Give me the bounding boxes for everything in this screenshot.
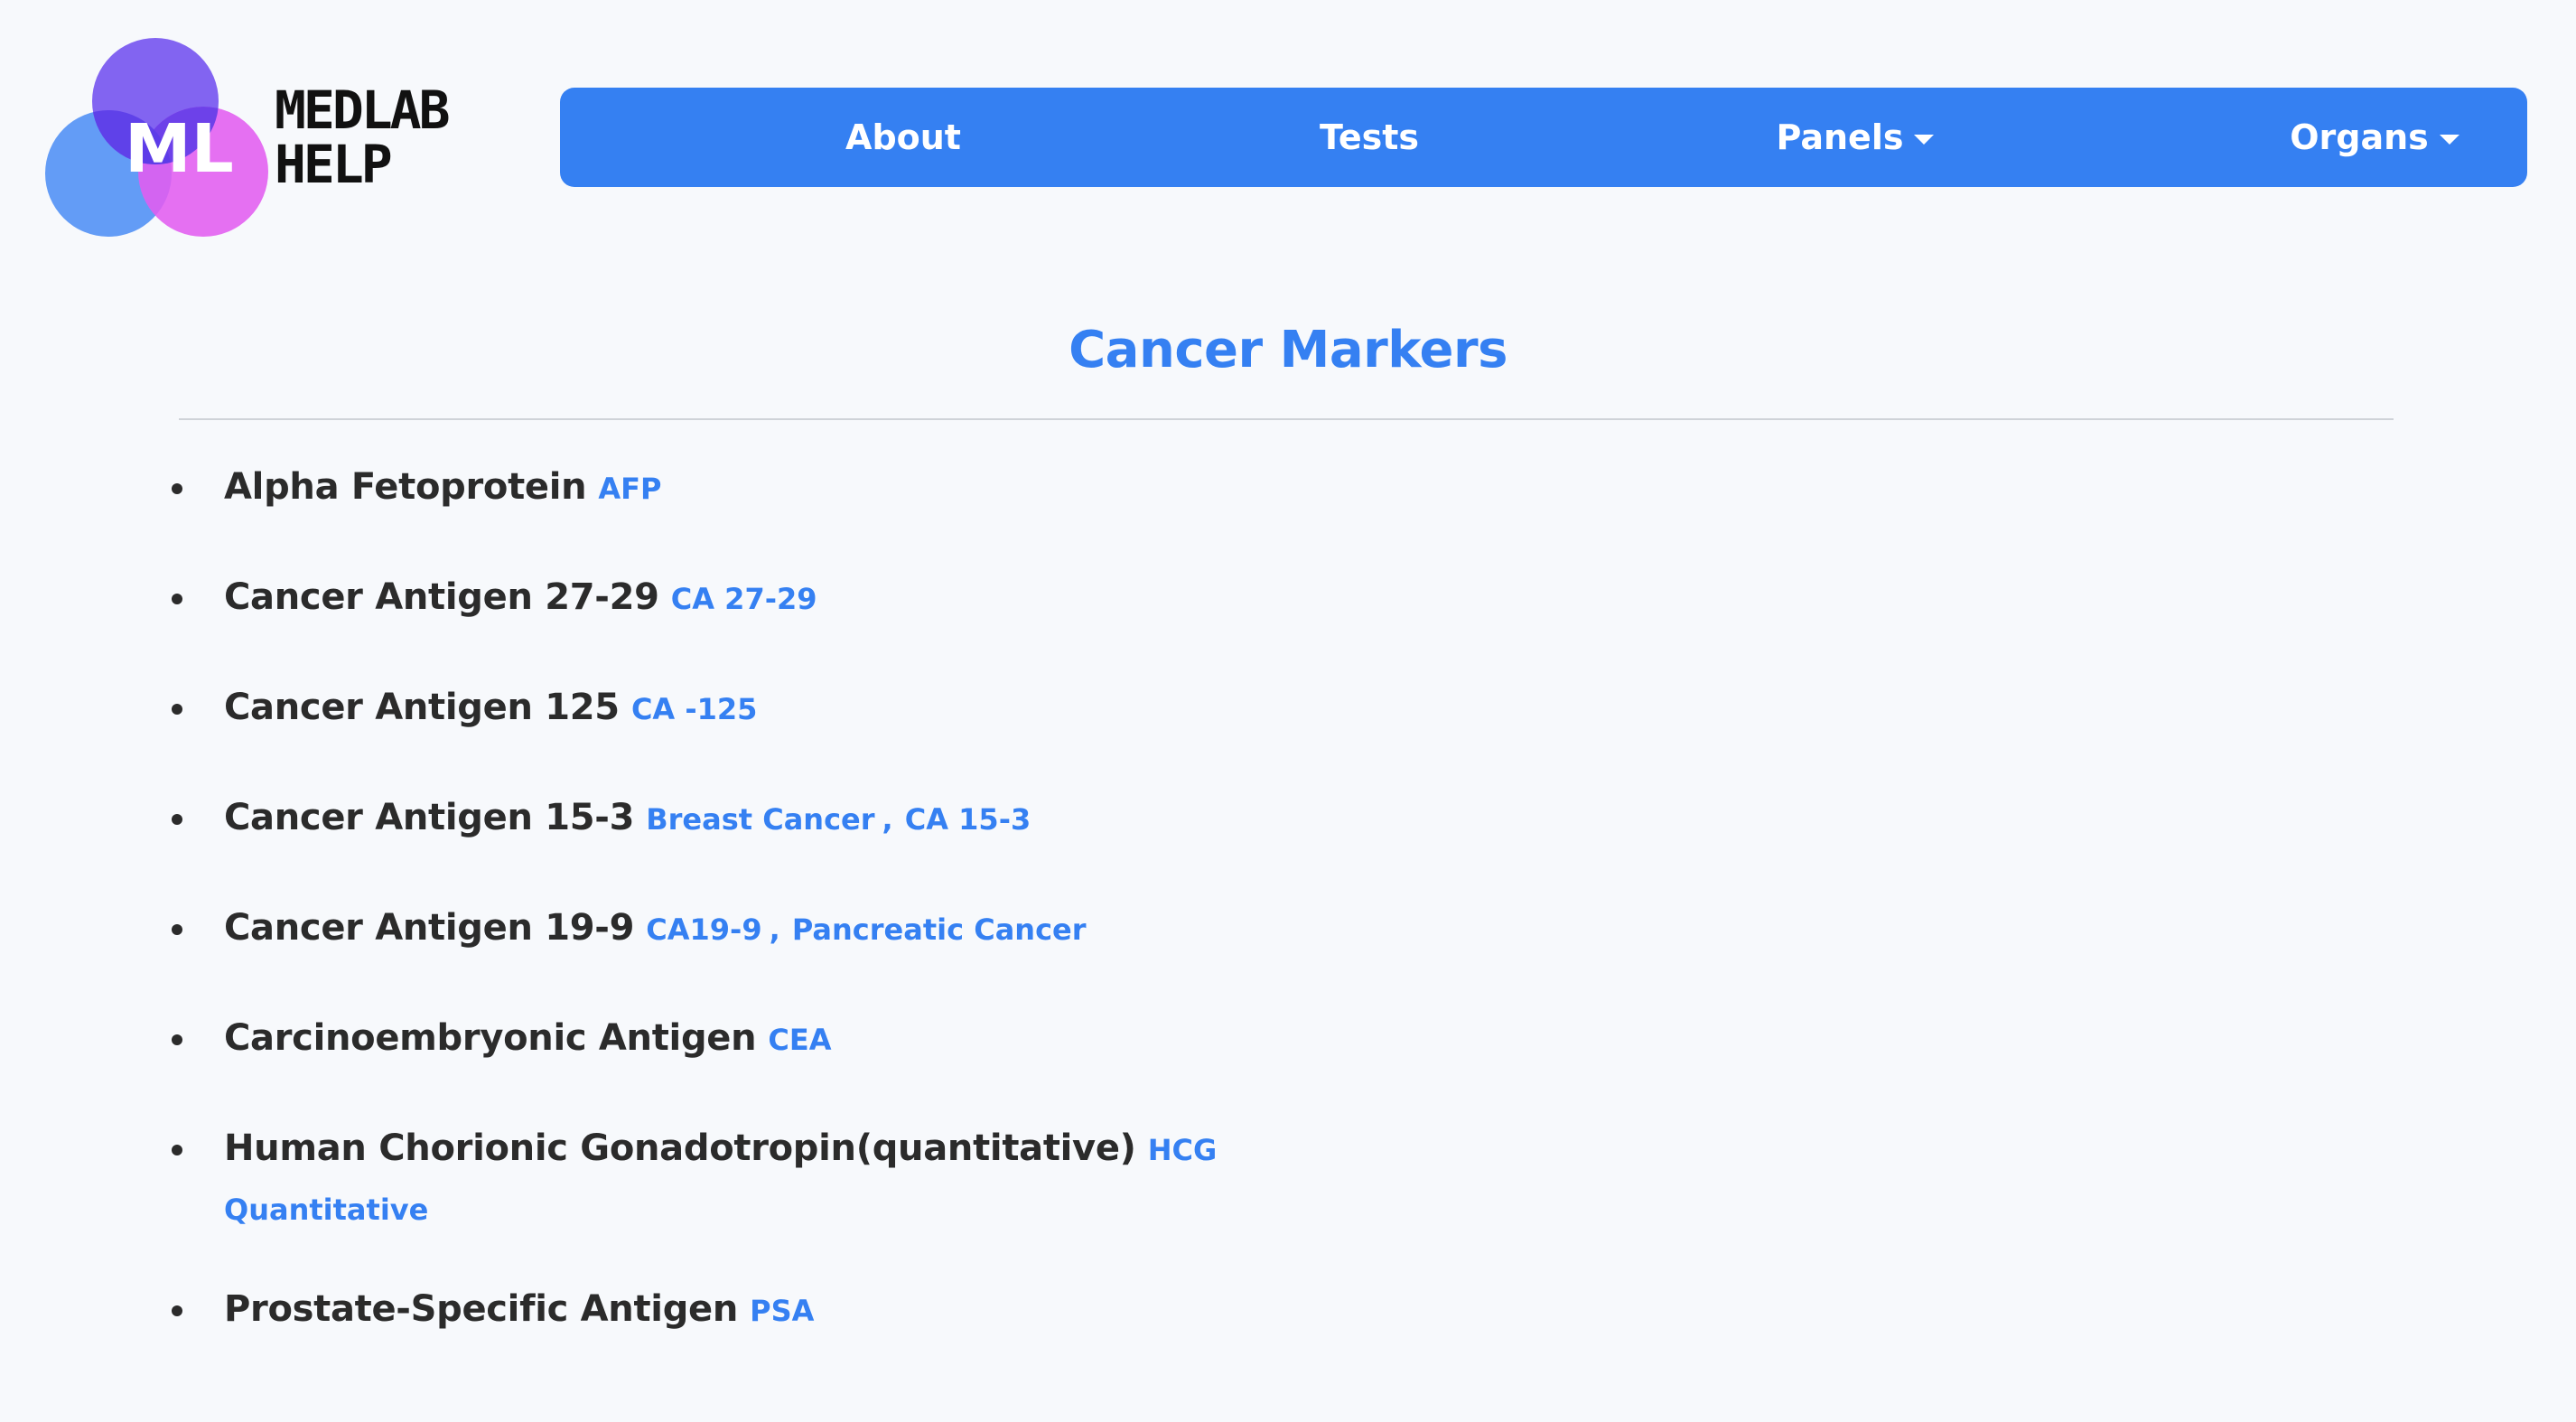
tag-link[interactable]: CA 27-29 [671,582,817,616]
tag-separator: , [769,912,780,947]
tag-link[interactable]: PSA [750,1294,814,1328]
nav-organs-label: Organs [2290,117,2429,157]
bullet-icon [172,1145,182,1155]
title-divider [179,418,2394,420]
bullet-icon [172,483,182,494]
tag-link[interactable]: Pancreatic Cancer [792,912,1087,947]
logo-monogram: ML [125,110,234,188]
list-item: Prostate-Specific Antigen PSA [172,1281,1436,1344]
list-item: Cancer Antigen 125 CA -125 [172,679,1436,743]
tag-link[interactable]: Quantitative [224,1193,428,1227]
list-item: Alpha Fetoprotein AFP [172,459,1436,522]
tag-link[interactable]: HCG [1148,1133,1218,1167]
main-navbar: About Tests Panels Organs [560,88,2527,187]
nav-panels-label: Panels [1776,117,1904,157]
tag-separator: , [882,802,893,837]
tag-link[interactable]: AFP [598,472,661,506]
site-header: ML MEDLAB HELP About Tests Panels Organs [0,0,2576,253]
list-item: Carcinoembryonic Antigen CEA [172,1010,1436,1073]
test-name-link[interactable]: Carcinoembryonic Antigen [224,1017,757,1059]
cancer-markers-list: Alpha Fetoprotein AFP Cancer Antigen 27-… [172,459,1436,1391]
bullet-icon [172,594,182,604]
list-item: Cancer Antigen 15-3 Breast Cancer, CA 15… [172,790,1436,853]
logo-circles-graphic: ML MEDLAB HELP [45,38,452,237]
nav-about-label: About [845,117,961,157]
tag-link[interactable]: Breast Cancer [646,802,874,837]
list-item: Human Chorionic Gonadotropin(quantitativ… [172,1120,1436,1241]
tag-wrap-line: Quantitative [224,1183,1436,1241]
tag-link[interactable]: CA -125 [631,692,757,726]
bullet-icon [172,1034,182,1045]
test-name-link[interactable]: Cancer Antigen 19-9 [224,907,634,949]
caret-down-icon [2439,134,2459,145]
bullet-icon [172,704,182,715]
nav-dropdown-organs[interactable]: Organs [2176,88,2573,187]
test-name-link[interactable]: Cancer Antigen 27-29 [224,576,659,618]
bullet-icon [172,1305,182,1316]
test-name-link[interactable]: Prostate-Specific Antigen [224,1288,738,1330]
logo-text-line1: MEDLAB [275,80,449,141]
list-item: Cancer Antigen 27-29 CA 27-29 [172,569,1436,632]
tag-link[interactable]: CA 15-3 [905,802,1031,837]
nav-dropdown-panels[interactable]: Panels [1657,88,2054,187]
test-name-link[interactable]: Cancer Antigen 125 [224,687,620,728]
nav-link-tests[interactable]: Tests [1171,88,1568,187]
tag-link[interactable]: CEA [768,1023,831,1057]
nav-link-about[interactable]: About [705,88,1102,187]
bullet-icon [172,924,182,935]
bullet-icon [172,814,182,825]
list-item: Cancer Antigen 19-9 CA19-9, Pancreatic C… [172,900,1436,963]
medlab-help-logo[interactable]: ML MEDLAB HELP [45,36,479,244]
logo-text-line2: HELP [275,134,391,195]
nav-tests-label: Tests [1319,117,1420,157]
caret-down-icon [1914,134,1935,145]
test-name-link[interactable]: Cancer Antigen 15-3 [224,797,634,838]
tag-link[interactable]: CA19-9 [646,912,761,947]
test-name-link[interactable]: Human Chorionic Gonadotropin(quantitativ… [224,1127,1136,1169]
page-title: Cancer Markers [1069,321,1507,379]
test-name-link[interactable]: Alpha Fetoprotein [224,466,587,508]
